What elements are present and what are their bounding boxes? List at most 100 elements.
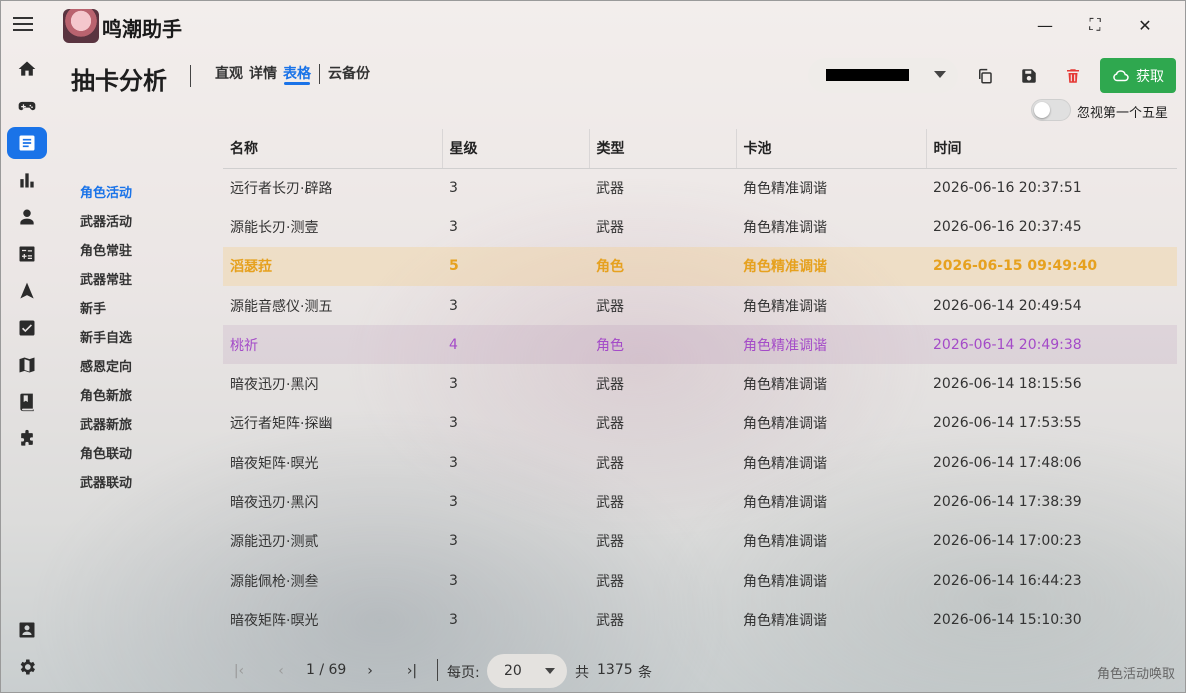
table-row[interactable]: 远行者长刃·辟路 3 武器 角色精准调谐 2026-06-16 20:37:51 [223, 168, 1177, 207]
nav-plugins[interactable] [7, 423, 47, 455]
table-row[interactable]: 暗夜迅刃·黑闪 3 武器 角色精准调谐 2026-06-14 18:15:56 [223, 364, 1177, 403]
redacted-account-id [826, 69, 909, 81]
next-page-button[interactable]: › [358, 660, 382, 682]
copy-button[interactable] [972, 63, 998, 89]
total-prefix: 共 [575, 665, 589, 681]
minimize-button[interactable]: — [1025, 11, 1065, 39]
cell-pool: 角色精准调谐 [743, 612, 827, 629]
tab-overview[interactable]: 直观 [215, 63, 243, 83]
nav-navigation[interactable] [7, 275, 47, 307]
pool-item[interactable]: 新手 [80, 301, 132, 330]
hamburger-menu-icon[interactable] [13, 17, 33, 35]
copy-icon [979, 68, 992, 84]
last-page-button[interactable]: ›| [400, 660, 424, 682]
checkbox-icon [19, 320, 35, 336]
nav-home[interactable] [7, 53, 47, 85]
cell-star: 3 [449, 218, 458, 235]
prev-page-button[interactable]: ‹ [269, 660, 293, 682]
cell-pool: 角色精准调谐 [736, 246, 926, 286]
active-tab-indicator [284, 82, 310, 85]
cell-time: 2026-06-15 09:49:40 [926, 246, 1177, 286]
cell-type: 武器 [596, 416, 624, 433]
table-row[interactable]: 源能音感仪·测五 3 武器 角色精准调谐 2026-06-14 20:49:54 [223, 286, 1177, 325]
table-row[interactable]: 暗夜迅刃·黑闪 3 武器 角色精准调谐 2026-06-14 17:38:39 [223, 482, 1177, 521]
nav-statistics[interactable] [7, 164, 47, 196]
table-row[interactable]: 滔瑟菈 5 角色 角色精准调谐 2026-06-15 09:49:40 [223, 246, 1177, 286]
cell-star: 3 [449, 611, 458, 628]
per-page-value: 20 [504, 663, 522, 679]
column-header-pool[interactable]: 卡池 [736, 129, 927, 169]
table-row[interactable]: 桃祈 4 角色 角色精准调谐 2026-06-14 20:49:38 [223, 325, 1177, 365]
table-row[interactable]: 源能长刃·测壹 3 武器 角色精准调谐 2026-06-16 20:37:45 [223, 207, 1177, 246]
cell-name: 源能音感仪·测五 [230, 298, 333, 315]
nav-account[interactable] [7, 614, 47, 646]
nav-tasks[interactable] [7, 312, 47, 344]
cell-type: 武器 [596, 219, 624, 236]
tab-cloud-backup[interactable]: 云备份 [328, 63, 370, 83]
column-header-time[interactable]: 时间 [926, 129, 1177, 169]
cell-pool: 角色精准调谐 [743, 534, 827, 551]
page-indicator: 1 / 69 [306, 662, 347, 678]
cell-type: 武器 [596, 377, 624, 394]
pool-item[interactable]: 角色活动 [80, 185, 132, 214]
account-select[interactable] [808, 58, 958, 93]
cell-name: 暗夜矩阵·暝光 [230, 455, 319, 472]
nav-calculator[interactable] [7, 238, 47, 270]
table-row[interactable]: 源能迅刃·测贰 3 武器 角色精准调谐 2026-06-14 17:00:23 [223, 522, 1177, 561]
pool-item[interactable]: 新手自选 [80, 330, 132, 359]
first-page-button[interactable]: |‹ [227, 660, 251, 682]
toggle-knob [1034, 102, 1050, 118]
pool-item[interactable]: 角色新旅 [80, 388, 132, 417]
nav-characters[interactable] [7, 201, 47, 233]
nav-map[interactable] [7, 349, 47, 381]
cell-time: 2026-06-14 17:53:55 [933, 415, 1082, 432]
cell-time: 2026-06-14 16:44:23 [933, 572, 1082, 589]
tab-table[interactable]: 表格 [283, 63, 311, 83]
cell-name: 滔瑟菈 [223, 246, 442, 286]
column-header-name[interactable]: 名称 [223, 129, 443, 169]
cell-name: 暗夜迅刃·黑闪 [230, 377, 319, 394]
column-header-type[interactable]: 类型 [589, 129, 737, 169]
nav-settings[interactable] [7, 651, 47, 683]
cell-star: 3 [449, 297, 458, 314]
cell-star: 3 [449, 454, 458, 471]
table-row[interactable]: 远行者矩阵·探幽 3 武器 角色精准调谐 2026-06-14 17:53:55 [223, 404, 1177, 443]
cell-star: 3 [449, 179, 458, 196]
table-row[interactable]: 暗夜矩阵·暝光 3 武器 角色精准调谐 2026-06-14 15:10:30 [223, 600, 1177, 639]
pool-item[interactable]: 角色联动 [80, 446, 132, 475]
pool-item[interactable]: 感恩定向 [80, 359, 132, 388]
close-button[interactable]: ✕ [1125, 11, 1165, 39]
pool-item[interactable]: 角色常驻 [80, 243, 132, 272]
pool-item[interactable]: 武器联动 [80, 475, 132, 504]
page-title: 抽卡分析 [71, 67, 167, 95]
tab-details[interactable]: 详情 [249, 63, 277, 83]
maximize-button[interactable]: ⛶ [1075, 11, 1115, 39]
cell-star: 4 [442, 325, 589, 365]
cell-time: 2026-06-16 20:37:45 [933, 218, 1082, 235]
pool-item[interactable]: 武器新旅 [80, 417, 132, 446]
nav-game[interactable] [7, 90, 47, 122]
per-page-select[interactable]: 20 [487, 654, 567, 688]
ignore-first-five-star-toggle[interactable] [1031, 99, 1071, 121]
calculator-icon [19, 246, 35, 262]
title-bar: 鸣潮助手 — ⛶ ✕ [1, 1, 1186, 49]
cell-type: 武器 [596, 495, 624, 512]
pool-item[interactable]: 武器活动 [80, 214, 132, 243]
pagination: |‹ ‹ 1 / 69 › ›| 每页: 20 共 1375 条 [223, 652, 683, 688]
delete-button[interactable] [1060, 63, 1086, 89]
cell-star: 5 [442, 246, 589, 286]
bar-chart-icon [20, 173, 34, 188]
document-icon [19, 135, 35, 151]
column-header-star[interactable]: 星级 [442, 129, 590, 169]
fetch-button[interactable]: 获取 [1100, 58, 1176, 93]
nav-gacha-analysis[interactable] [7, 127, 47, 159]
app-window: 鸣潮助手 — ⛶ ✕ 抽卡分析 直观 详情 表格 云备份 获取 忽视第一个五星 … [0, 0, 1186, 693]
cell-type: 武器 [596, 180, 624, 197]
pool-item[interactable]: 武器常驻 [80, 272, 132, 301]
save-button[interactable] [1016, 63, 1042, 89]
cell-pool: 角色精准调谐 [743, 455, 827, 472]
cell-time: 2026-06-14 17:48:06 [933, 454, 1082, 471]
nav-wiki[interactable] [7, 386, 47, 418]
table-row[interactable]: 源能佩枪·测叁 3 武器 角色精准调谐 2026-06-14 16:44:23 [223, 561, 1177, 600]
table-row[interactable]: 暗夜矩阵·暝光 3 武器 角色精准调谐 2026-06-14 17:48:06 [223, 443, 1177, 482]
